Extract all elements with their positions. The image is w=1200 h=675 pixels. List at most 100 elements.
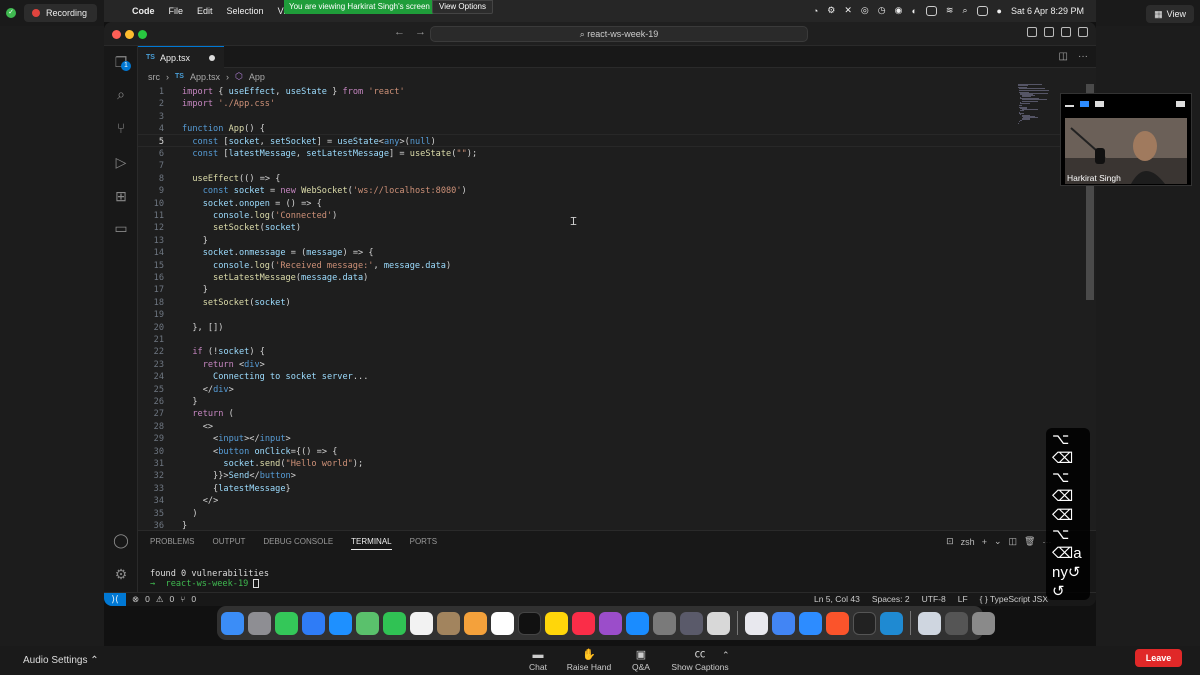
- tv-icon[interactable]: [518, 611, 541, 635]
- system-settings-icon[interactable]: [653, 611, 676, 635]
- menu-file[interactable]: File: [169, 6, 184, 16]
- facetime-icon[interactable]: [383, 611, 406, 635]
- screenshot-icon[interactable]: [745, 611, 768, 635]
- maps-icon[interactable]: [356, 611, 379, 635]
- code-line[interactable]: 23 return <div>: [138, 359, 265, 371]
- view-options-button[interactable]: View Options: [432, 0, 493, 14]
- photos-icon[interactable]: [464, 611, 487, 635]
- code-line[interactable]: 17 }: [138, 284, 208, 296]
- code-line[interactable]: 12 setSocket(socket): [138, 222, 301, 234]
- sync-icon[interactable]: ◔: [813, 6, 818, 16]
- battery-icon[interactable]: [925, 5, 937, 16]
- toggle-sidebar-icon[interactable]: [1027, 27, 1037, 37]
- menu-edit[interactable]: Edit: [197, 6, 213, 16]
- leave-button[interactable]: Leave: [1135, 649, 1182, 667]
- safari-icon[interactable]: [329, 611, 352, 635]
- reminders-icon[interactable]: [491, 611, 514, 635]
- fullscreen-icon[interactable]: [1176, 101, 1185, 107]
- search-icon[interactable]: ⌕: [962, 5, 967, 16]
- qa-button[interactable]: ▣ Q&A: [630, 646, 652, 675]
- tab-terminal[interactable]: TERMINAL: [351, 537, 392, 550]
- code-line[interactable]: 16 setLatestMessage(message.data): [138, 272, 369, 284]
- encoding[interactable]: UTF-8: [922, 594, 946, 604]
- notes-brown-icon[interactable]: [437, 611, 460, 635]
- recording-indicator[interactable]: Recording: [24, 4, 98, 22]
- code-line[interactable]: 15 console.log('Received message:', mess…: [138, 260, 452, 272]
- code-line[interactable]: 27 return (: [138, 408, 234, 420]
- record-icon[interactable]: ◉: [895, 5, 903, 16]
- terminal-icon[interactable]: [853, 611, 876, 635]
- back-arrow-icon[interactable]: ←: [394, 26, 405, 38]
- ports-count[interactable]: 0: [191, 594, 196, 605]
- code-line[interactable]: 19: [138, 309, 182, 321]
- new-terminal-icon[interactable]: +: [982, 537, 987, 547]
- error-count[interactable]: 0: [145, 594, 150, 605]
- source-control-icon[interactable]: ⑂: [111, 118, 131, 138]
- view-button[interactable]: ▦ View: [1146, 5, 1194, 23]
- toggle-secondary-sidebar-icon[interactable]: [1061, 27, 1071, 37]
- raise-hand-button[interactable]: ✋ Raise Hand: [566, 646, 612, 675]
- end-of-line[interactable]: LF: [958, 594, 968, 604]
- code-line[interactable]: 21: [138, 334, 182, 346]
- mail-icon[interactable]: [302, 611, 325, 635]
- clock-icon[interactable]: ◷: [878, 5, 886, 16]
- breadcrumb-src[interactable]: src: [148, 72, 160, 82]
- tab-problems[interactable]: PROBLEMS: [150, 537, 194, 550]
- minimize-window-button[interactable]: [125, 30, 134, 39]
- search-icon[interactable]: ⌕: [111, 84, 131, 104]
- chevron-down-icon[interactable]: ⌄: [994, 536, 1002, 547]
- tab-debug-console[interactable]: DEBUG CONSOLE: [263, 537, 333, 550]
- speaker-view-icon[interactable]: [1080, 101, 1089, 107]
- remote-explorer-icon[interactable]: ▭: [111, 218, 131, 238]
- run-debug-icon[interactable]: ▷: [111, 152, 131, 172]
- code-line[interactable]: 6 const [latestMessage, setLatestMessage…: [138, 148, 477, 160]
- extensions-icon[interactable]: ⊞: [111, 186, 131, 206]
- trash-icon[interactable]: [972, 611, 995, 635]
- trash-icon[interactable]: 🗑: [1024, 536, 1035, 547]
- code-line[interactable]: 10 socket.onopen = () => {: [138, 198, 322, 210]
- dev-tool-icon[interactable]: [680, 611, 703, 635]
- split-terminal-icon[interactable]: ◫: [1009, 536, 1018, 547]
- menu-selection[interactable]: Selection: [227, 6, 264, 16]
- tab-ports[interactable]: PORTS: [410, 537, 437, 550]
- music-icon[interactable]: [572, 611, 595, 635]
- code-line[interactable]: 7: [138, 160, 182, 172]
- code-line[interactable]: 30 <button onClick={() => {: [138, 446, 338, 458]
- gallery-view-icon[interactable]: [1095, 101, 1104, 107]
- code-line[interactable]: 13 }: [138, 235, 208, 247]
- tab-app-tsx[interactable]: TS App.tsx: [138, 46, 224, 68]
- code-line[interactable]: 29 <input></input>: [138, 433, 291, 445]
- finder-icon[interactable]: [221, 611, 244, 635]
- code-line[interactable]: 18 setSocket(socket): [138, 297, 291, 309]
- tab-output[interactable]: OUTPUT: [212, 537, 245, 550]
- show-captions-button[interactable]: ㏄ Show Captions: [670, 646, 730, 675]
- split-editor-icon[interactable]: ◫: [1059, 51, 1068, 62]
- code-line[interactable]: 20 }, []): [138, 322, 224, 334]
- chrome-icon[interactable]: [772, 611, 795, 635]
- minimize-video-icon[interactable]: [1065, 105, 1074, 107]
- code-line[interactable]: 26 }: [138, 396, 198, 408]
- menubar-datetime[interactable]: Sat 6 Apr 8:29 PM: [1011, 6, 1084, 16]
- cursor-position[interactable]: Ln 5, Col 43: [814, 594, 860, 604]
- manage-gear-icon[interactable]: ⚙: [111, 564, 131, 584]
- wifi-icon[interactable]: ≋: [946, 5, 954, 16]
- vscode-icon[interactable]: [880, 611, 903, 635]
- messages-icon[interactable]: [275, 611, 298, 635]
- code-line[interactable]: 31 socket.send("Hello world");: [138, 458, 364, 470]
- podcasts-icon[interactable]: [599, 611, 622, 635]
- language-mode[interactable]: { } TypeScript JSX: [980, 594, 1048, 604]
- notes-icon[interactable]: [545, 611, 568, 635]
- indentation[interactable]: Spaces: 2: [872, 594, 910, 604]
- code-line[interactable]: 35 ): [138, 508, 198, 520]
- security-shield-icon[interactable]: ✓: [6, 8, 16, 18]
- code-line[interactable]: 9 const socket = new WebSocket('ws://loc…: [138, 185, 467, 197]
- customize-layout-icon[interactable]: [1078, 27, 1088, 37]
- calendar-icon[interactable]: [410, 611, 433, 635]
- more-actions-icon[interactable]: ···: [1078, 51, 1088, 62]
- code-line[interactable]: 22 if (!socket) {: [138, 346, 265, 358]
- forward-arrow-icon[interactable]: →: [415, 26, 426, 38]
- breadcrumb-file[interactable]: App.tsx: [190, 72, 220, 82]
- code-line[interactable]: 34 </>: [138, 495, 219, 507]
- code-line[interactable]: 5 const [socket, setSocket] = useState<a…: [138, 136, 436, 148]
- chat-button[interactable]: ▬ Chat: [524, 646, 552, 675]
